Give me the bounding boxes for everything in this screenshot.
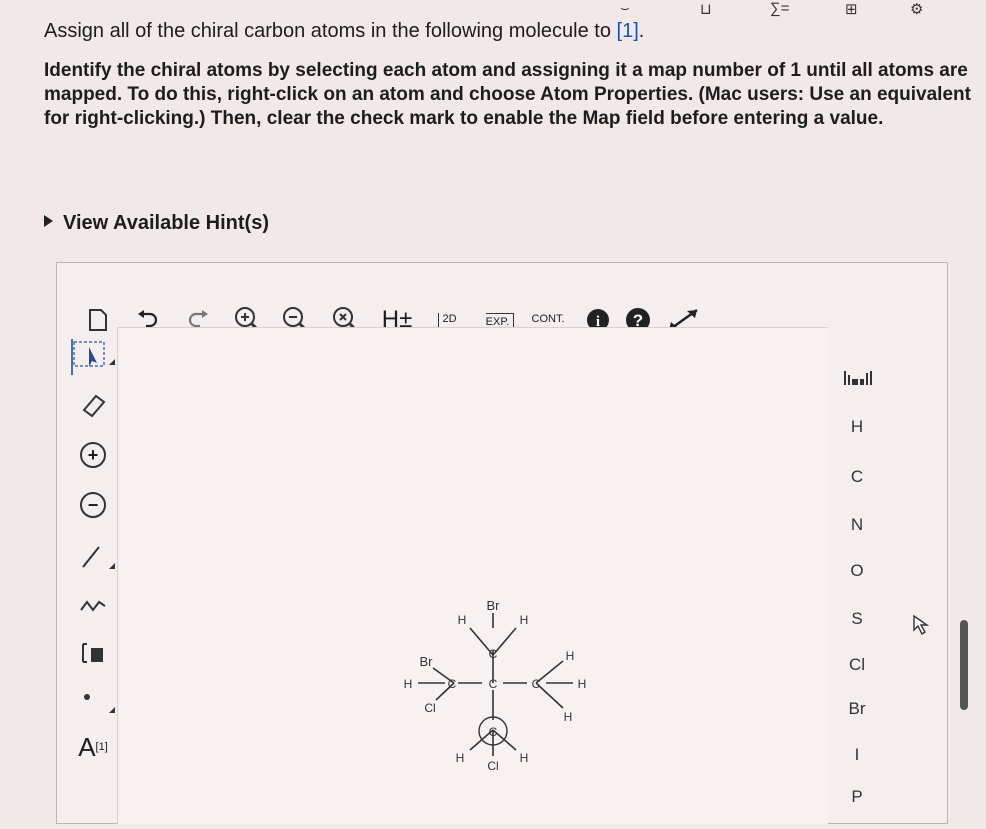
element-c-button[interactable]: C xyxy=(827,467,887,487)
element-s-button[interactable]: S xyxy=(827,609,887,629)
page-scrollbar[interactable] xyxy=(960,620,968,710)
question-title: Assign all of the chiral carbon atoms in… xyxy=(44,20,645,42)
atom-c-right[interactable]: C xyxy=(532,677,541,691)
mouse-cursor-icon xyxy=(912,614,930,641)
element-cl-button[interactable]: Cl xyxy=(827,655,887,675)
atom-cl-left[interactable]: Cl xyxy=(424,701,435,715)
hint-label: View Available Hint(s) xyxy=(63,212,269,234)
chain-tool-icon[interactable] xyxy=(71,583,115,623)
template-icon[interactable]: ⌣ xyxy=(620,0,630,17)
settings-icon[interactable]: ⚙ xyxy=(910,0,923,18)
map-number-link[interactable]: [1] xyxy=(617,20,639,42)
atom-h-right-bottom[interactable]: H xyxy=(564,710,573,724)
atom-c-bottom[interactable]: C xyxy=(489,725,498,739)
atom-h-left[interactable]: H xyxy=(404,677,413,691)
periodic-table-icon[interactable] xyxy=(827,369,887,392)
atom-dot-icon[interactable] xyxy=(71,681,115,721)
selection-tool-icon[interactable] xyxy=(71,337,115,377)
element-br-button[interactable]: Br xyxy=(827,699,887,719)
element-o-button[interactable]: O xyxy=(827,561,887,581)
element-h-button[interactable]: H xyxy=(827,417,887,437)
atom-h-bottom-left[interactable]: H xyxy=(456,751,465,765)
atom-c-left[interactable]: C xyxy=(448,677,457,691)
atom-c-top[interactable]: C xyxy=(489,647,498,661)
atom-br-left[interactable]: Br xyxy=(420,654,434,669)
atom-c-center[interactable]: C xyxy=(489,677,498,691)
decrease-charge-icon[interactable]: − xyxy=(71,485,115,525)
element-i-button[interactable]: I xyxy=(827,745,887,765)
atom-h-top-right[interactable]: H xyxy=(520,613,529,627)
template-tool-icon[interactable] xyxy=(71,633,115,673)
add-box-icon[interactable]: ⊞ xyxy=(845,0,858,18)
atom-br-top[interactable]: Br xyxy=(487,598,501,613)
element-n-button[interactable]: N xyxy=(827,515,887,535)
molecule-editor[interactable]: H± 2D EXP. CONT. i ? + − A [1] Br H H C … xyxy=(56,262,948,824)
element-p-button[interactable]: P xyxy=(827,787,887,807)
atom-h-right-top[interactable]: H xyxy=(566,649,575,663)
single-bond-icon[interactable] xyxy=(71,535,115,575)
atom-cl-bottom[interactable]: Cl xyxy=(487,759,498,773)
atom-map-tool[interactable]: A [1] xyxy=(71,727,115,767)
atom-h-right[interactable]: H xyxy=(578,677,587,691)
atom-h-bottom-right[interactable]: H xyxy=(520,751,529,765)
view-hints-toggle[interactable]: View Available Hint(s) xyxy=(44,212,269,235)
top-icon-strip: ⌣ ⊔ ∑= ⊞ ⚙ xyxy=(0,0,986,20)
question-instructions: Identify the chiral atoms by selecting e… xyxy=(44,60,971,129)
sum-icon[interactable]: ∑= xyxy=(770,0,789,17)
bracket-icon[interactable]: ⊔ xyxy=(700,0,712,18)
eraser-icon[interactable] xyxy=(71,385,115,425)
increase-charge-icon[interactable]: + xyxy=(71,435,115,475)
expand-arrow-icon xyxy=(44,215,53,227)
molecule-structure: Br H H C Br H C C C H H H Cl C H H Cl xyxy=(404,598,587,773)
question-prompt: Assign all of the chiral carbon atoms in… xyxy=(44,20,974,131)
atom-h-top-left[interactable]: H xyxy=(458,613,467,627)
drawing-canvas[interactable]: Br H H C Br H C C C H H H Cl C H H Cl xyxy=(117,327,828,824)
new-document-icon[interactable] xyxy=(83,305,113,335)
